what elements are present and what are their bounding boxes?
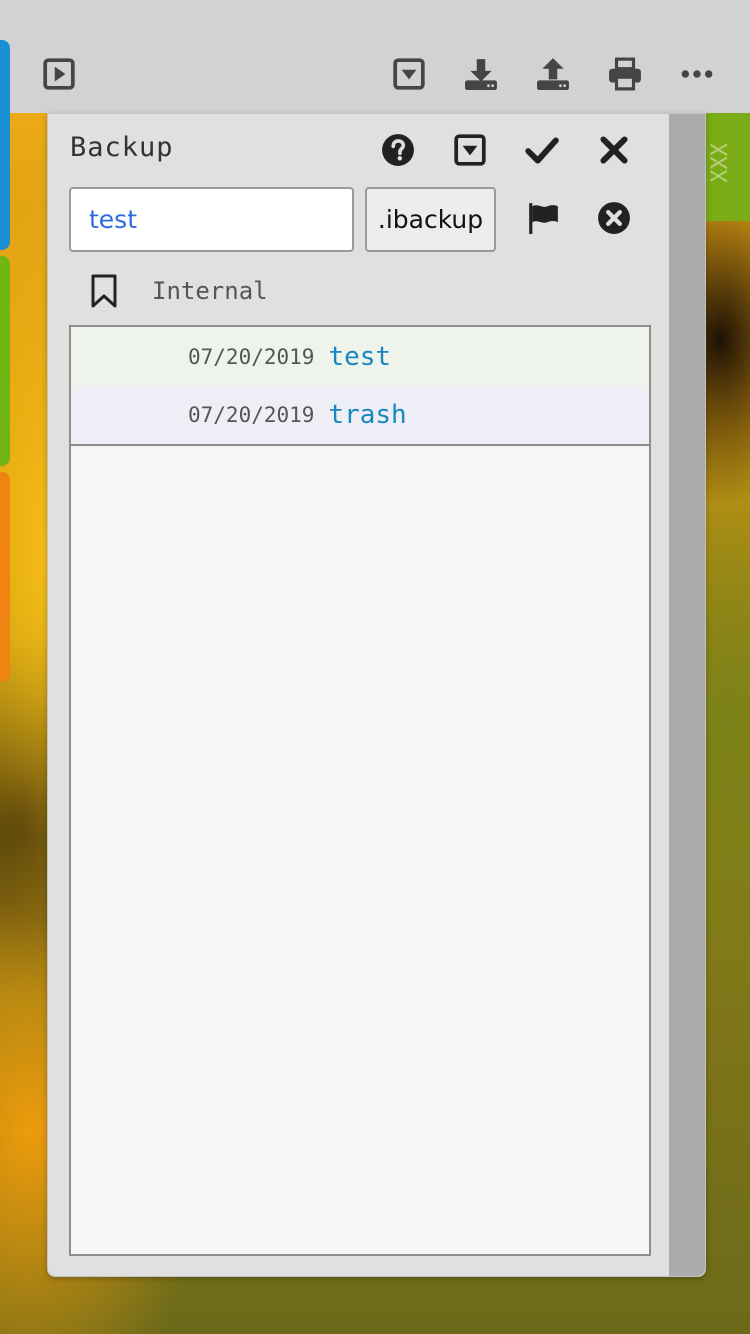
print-icon[interactable] bbox=[607, 56, 643, 92]
clear-circle-icon[interactable] bbox=[594, 198, 634, 238]
side-tab-blue[interactable] bbox=[0, 40, 10, 250]
list-item[interactable]: 07/20/2019 test bbox=[71, 327, 649, 386]
bookmark-icon bbox=[91, 274, 117, 308]
dropdown-square-icon[interactable] bbox=[391, 56, 427, 92]
file-list: 07/20/2019 test 07/20/2019 trash bbox=[69, 325, 651, 1256]
side-strip[interactable]: XXX bbox=[700, 113, 750, 221]
list-item[interactable]: 07/20/2019 trash bbox=[71, 386, 649, 446]
flag-icon[interactable] bbox=[523, 198, 563, 238]
extension-button[interactable]: .ibackup bbox=[365, 187, 496, 252]
storage-label: Internal bbox=[152, 277, 268, 305]
more-icon[interactable] bbox=[679, 56, 715, 92]
panel-title: Backup bbox=[70, 132, 174, 163]
file-name: trash bbox=[328, 400, 407, 430]
backup-panel: Backup .ibackup Internal 07/20/2019 test… bbox=[47, 113, 706, 1277]
check-icon[interactable] bbox=[522, 130, 562, 170]
side-tab-green[interactable] bbox=[0, 256, 10, 466]
side-tab-orange[interactable] bbox=[0, 472, 10, 682]
filename-input[interactable] bbox=[69, 187, 354, 252]
upload-icon[interactable] bbox=[535, 56, 571, 92]
file-date: 07/20/2019 bbox=[188, 403, 315, 427]
file-name: test bbox=[328, 341, 392, 372]
top-toolbar bbox=[0, 0, 750, 113]
close-icon[interactable] bbox=[594, 130, 634, 170]
download-icon[interactable] bbox=[463, 56, 499, 92]
side-strip-label: XXX bbox=[708, 143, 733, 183]
file-date: 07/20/2019 bbox=[188, 344, 315, 369]
dropdown-square-icon[interactable] bbox=[450, 130, 490, 170]
play-square-icon[interactable] bbox=[41, 56, 77, 92]
storage-selector[interactable]: Internal bbox=[88, 269, 268, 313]
panel-scrollbar[interactable] bbox=[669, 114, 705, 1276]
help-icon[interactable] bbox=[378, 130, 418, 170]
